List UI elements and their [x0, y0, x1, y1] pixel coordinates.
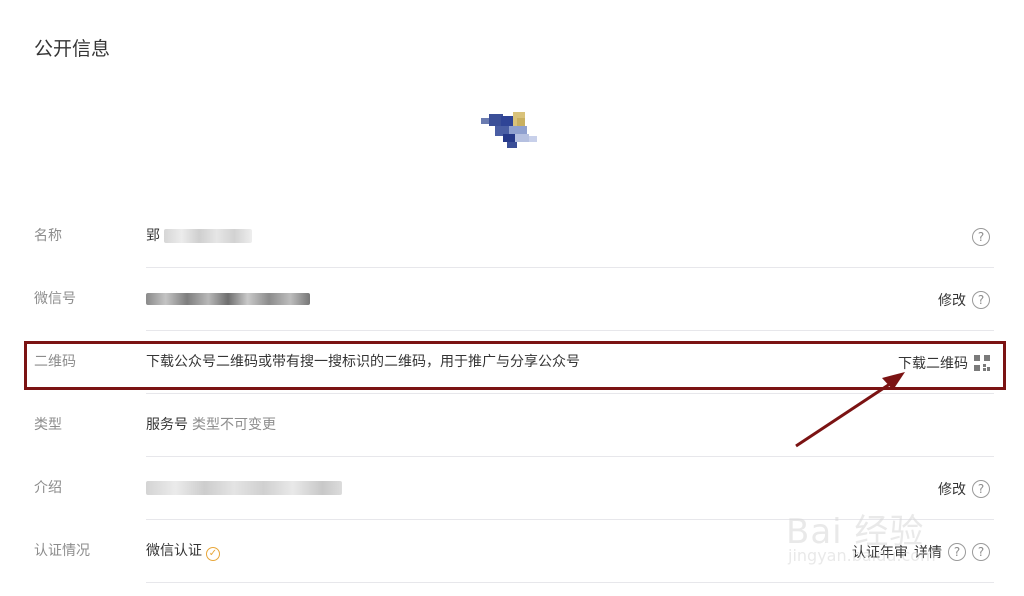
row-label: 名称 [34, 228, 62, 244]
redacted-text [146, 293, 310, 305]
row-label: 微信号 [34, 291, 76, 307]
question-circle-icon[interactable]: ? [972, 227, 990, 246]
wechat-id-value [146, 268, 310, 331]
intro-value [146, 457, 342, 520]
row-name: 名称 郢 ? [34, 205, 994, 268]
row-actions: 修改 ? [932, 268, 990, 331]
redacted-text [164, 229, 253, 243]
verified-check-icon: ✓ [206, 546, 220, 561]
account-type-value: 服务号 类型不可变更 [146, 417, 276, 433]
row-actions: ? [966, 205, 990, 268]
divider [146, 582, 994, 583]
row-wechat-id: 微信号 修改 ? [34, 268, 994, 331]
row-label: 介绍 [34, 480, 62, 496]
row-type: 类型 服务号 类型不可变更 [34, 394, 994, 457]
account-name-value: 郢 [146, 205, 253, 268]
redacted-text [146, 481, 342, 495]
account-avatar [479, 106, 547, 154]
row-label: 认证情况 [34, 543, 90, 559]
page-title: 公开信息 [34, 38, 111, 60]
type-note: 类型不可变更 [192, 417, 276, 433]
edit-link[interactable]: 修改 [938, 290, 966, 310]
question-circle-icon[interactable]: ? [972, 290, 990, 309]
row-label: 类型 [34, 417, 62, 433]
watermark: Bai 经验 jingyan.baidu.com [786, 484, 976, 574]
watermark-sub: jingyan.baidu.com [788, 546, 936, 565]
highlight-box [24, 341, 1006, 390]
verification-value: 微信认证 ✓ [146, 520, 220, 583]
